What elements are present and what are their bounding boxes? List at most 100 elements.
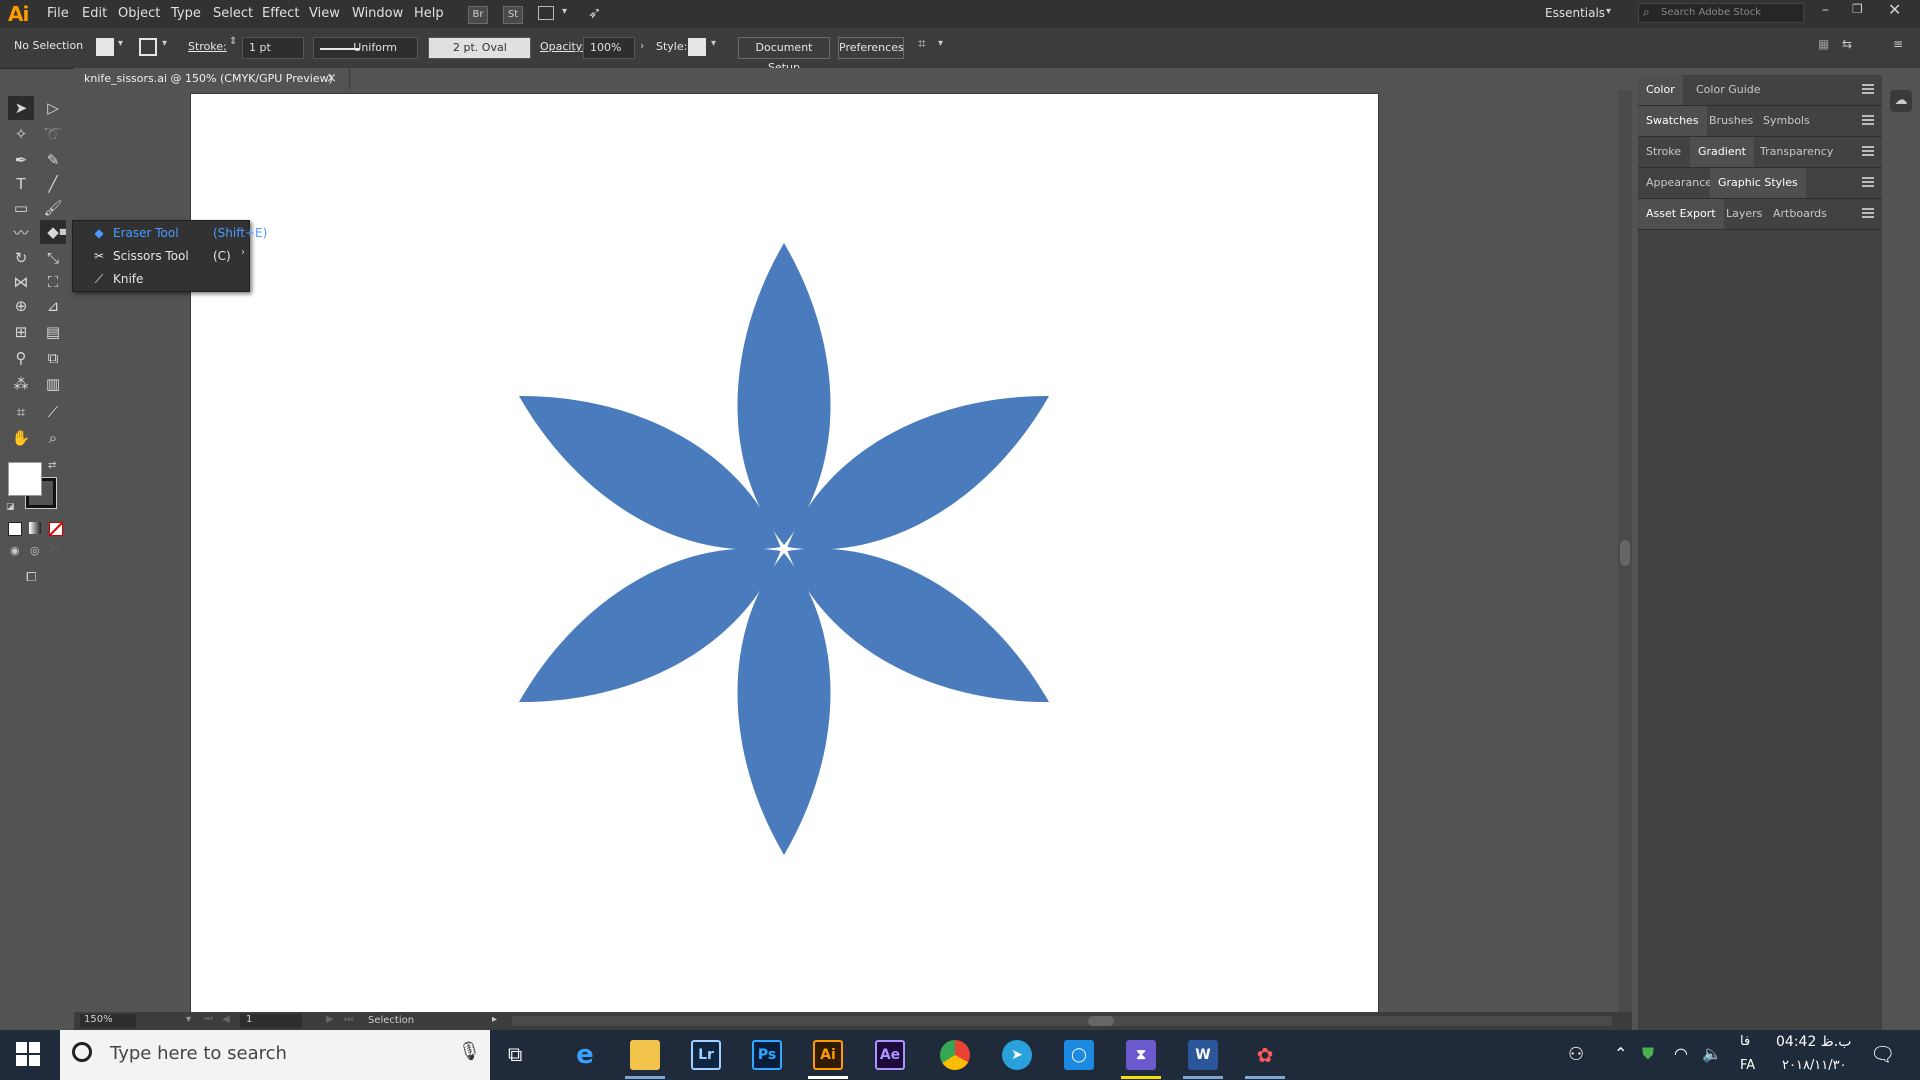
tab-swatches[interactable]: Swatches bbox=[1638, 106, 1707, 136]
scale-tool-icon[interactable]: ⤡ bbox=[40, 246, 66, 270]
stroke-weight-field[interactable]: 1 pt bbox=[242, 37, 304, 59]
preferences-button[interactable]: Preferences bbox=[838, 37, 904, 59]
chevron-down-icon[interactable]: ▾ bbox=[711, 38, 716, 49]
line-tool-icon[interactable]: ╱ bbox=[40, 172, 66, 196]
tab-brushes[interactable]: Brushes bbox=[1701, 106, 1761, 136]
menu-view[interactable]: View bbox=[309, 6, 340, 21]
slice-tool-icon[interactable]: ⟋ bbox=[40, 400, 66, 424]
tab-gradient[interactable]: Gradient bbox=[1690, 137, 1754, 167]
chevron-down-icon[interactable]: ▾ bbox=[186, 1014, 196, 1028]
tab-asset-export[interactable]: Asset Export bbox=[1638, 199, 1724, 229]
type-tool-icon[interactable]: T bbox=[8, 172, 34, 196]
illustrator-icon[interactable]: Ai bbox=[813, 1040, 843, 1070]
align-icon[interactable]: ⌗ bbox=[918, 36, 926, 52]
prev-artboard-icon[interactable]: ◀ bbox=[222, 1014, 230, 1025]
eyedropper-icon[interactable]: ⚲ bbox=[8, 346, 34, 370]
fill-color-swatch[interactable] bbox=[8, 462, 42, 496]
fill-swatch[interactable] bbox=[96, 38, 114, 56]
swap-colors-icon[interactable]: ⇄ bbox=[48, 460, 56, 471]
first-artboard-icon[interactable]: ⏮ bbox=[204, 1014, 213, 1025]
defender-shield-icon[interactable]: ⛊ bbox=[1642, 1044, 1654, 1064]
after-effects-icon[interactable]: Ae bbox=[875, 1040, 905, 1070]
shaper-tool-icon[interactable]: 〰 bbox=[8, 220, 34, 244]
selection-tool-icon[interactable]: ➤ bbox=[8, 96, 34, 120]
graph-tool-icon[interactable]: ▥ bbox=[40, 372, 66, 396]
blend-tool-icon[interactable]: ⧉ bbox=[40, 346, 66, 370]
opacity-field[interactable]: 100% bbox=[583, 37, 635, 59]
chevron-down-icon[interactable]: ▾ bbox=[938, 38, 943, 49]
pen-tool-icon[interactable]: ✒ bbox=[8, 148, 34, 172]
tearoff-icon[interactable]: › bbox=[241, 247, 245, 258]
screen-mode-icon[interactable]: ⧠ bbox=[26, 570, 36, 585]
curvature-tool-icon[interactable]: ✎ bbox=[40, 148, 66, 172]
taskbar-search-box[interactable]: Type here to search 🎙 bbox=[60, 1030, 490, 1080]
word-icon[interactable]: W bbox=[1188, 1040, 1218, 1070]
gradient-tool-icon[interactable]: ▤ bbox=[40, 320, 66, 344]
rectangle-tool-icon[interactable]: ▭ bbox=[8, 196, 34, 220]
next-artboard-icon[interactable]: ▶ bbox=[326, 1014, 334, 1025]
tab-layers[interactable]: Layers bbox=[1718, 199, 1770, 229]
language-indicator[interactable]: فا bbox=[1740, 1034, 1750, 1049]
panel-menu-icon[interactable] bbox=[1862, 208, 1874, 218]
clock-time[interactable]: 04:42 ب.ظ bbox=[1776, 1034, 1851, 1050]
file-explorer-icon[interactable] bbox=[630, 1040, 660, 1070]
horizontal-scrollbar[interactable] bbox=[512, 1016, 1612, 1026]
paint-app-icon[interactable]: ✿ bbox=[1250, 1040, 1280, 1070]
stock-search-input[interactable]: ⌕ Search Adobe Stock bbox=[1638, 3, 1804, 23]
none-mode-icon[interactable] bbox=[49, 522, 63, 536]
paintbrush-tool-icon[interactable]: 🖌 bbox=[40, 196, 66, 220]
draw-normal-icon[interactable]: ◉ bbox=[10, 544, 20, 557]
stroke-label[interactable]: Stroke: bbox=[188, 40, 227, 53]
libraries-icon[interactable]: ☁ bbox=[1890, 90, 1912, 112]
panel-layout-icon[interactable]: ▦ bbox=[1818, 37, 1829, 51]
wifi-icon[interactable]: ◠ bbox=[1674, 1044, 1688, 1063]
magic-wand-icon[interactable]: ✧ bbox=[8, 122, 34, 146]
artboard-tool-icon[interactable]: ⌗ bbox=[8, 400, 34, 424]
variable-width-profile[interactable]: Uniform bbox=[313, 37, 418, 59]
width-tool-icon[interactable]: ⋈ bbox=[8, 270, 34, 294]
close-tab-icon[interactable]: × bbox=[326, 68, 337, 90]
draw-inside-icon[interactable]: ◌ bbox=[50, 544, 60, 557]
tab-graphic-styles[interactable]: Graphic Styles bbox=[1710, 168, 1806, 198]
scroll-thumb[interactable] bbox=[1088, 1016, 1114, 1026]
telegram-icon[interactable]: ➤ bbox=[1002, 1040, 1032, 1070]
menu-help[interactable]: Help bbox=[414, 6, 444, 21]
menu-window[interactable]: Window bbox=[352, 6, 403, 21]
language-code[interactable]: FA bbox=[1740, 1058, 1755, 1073]
minimize-icon[interactable]: – bbox=[1822, 2, 1829, 18]
menu-file[interactable]: File bbox=[47, 6, 69, 21]
people-icon[interactable]: ⚇ bbox=[1568, 1044, 1584, 1065]
chevron-down-icon[interactable]: ▾ bbox=[162, 38, 167, 49]
volume-icon[interactable]: 🔈 bbox=[1702, 1044, 1722, 1063]
chevron-right-icon[interactable]: › bbox=[640, 39, 644, 52]
bridge-button[interactable]: Br bbox=[468, 6, 488, 24]
artboard[interactable] bbox=[191, 94, 1378, 1012]
draw-behind-icon[interactable]: ◎ bbox=[30, 544, 40, 557]
action-center-icon[interactable]: 🗨 bbox=[1870, 1042, 1895, 1066]
menu-type[interactable]: Type bbox=[171, 6, 201, 21]
chevron-down-icon[interactable]: ▾ bbox=[118, 38, 123, 49]
flyout-item-scissors[interactable]: ✂ Scissors Tool (C) bbox=[73, 245, 249, 268]
zoom-field[interactable]: 150% bbox=[80, 1014, 136, 1028]
lasso-icon[interactable]: ➰ bbox=[40, 122, 66, 146]
chrome-icon[interactable] bbox=[940, 1040, 970, 1070]
zoom-tool-icon[interactable]: ⌕ bbox=[40, 426, 66, 450]
panel-menu-icon[interactable] bbox=[1862, 115, 1874, 125]
tab-stroke[interactable]: Stroke bbox=[1638, 137, 1689, 167]
tab-artboards[interactable]: Artboards bbox=[1765, 199, 1835, 229]
vertical-scrollbar[interactable] bbox=[1618, 90, 1632, 1012]
edge-icon[interactable]: e bbox=[570, 1040, 600, 1070]
scroll-thumb[interactable] bbox=[1620, 540, 1630, 566]
task-view-icon[interactable]: ⧉ bbox=[508, 1042, 522, 1066]
media-app-icon[interactable]: ⧗ bbox=[1126, 1040, 1156, 1070]
arrange-documents-icon[interactable] bbox=[538, 6, 554, 20]
panel-menu-icon[interactable] bbox=[1862, 177, 1874, 187]
chevron-down-icon[interactable]: ▾ bbox=[562, 6, 567, 17]
gpu-rocket-icon[interactable]: ➶ bbox=[588, 3, 601, 22]
menu-select[interactable]: Select bbox=[213, 6, 253, 21]
tab-color-guide[interactable]: Color Guide bbox=[1688, 75, 1769, 105]
panel-menu-icon[interactable] bbox=[1862, 84, 1874, 94]
flyout-item-knife[interactable]: ⟋ Knife bbox=[73, 268, 249, 291]
workspace-switcher[interactable]: Essentials bbox=[1545, 6, 1605, 20]
windows-start-icon[interactable] bbox=[16, 1042, 40, 1066]
